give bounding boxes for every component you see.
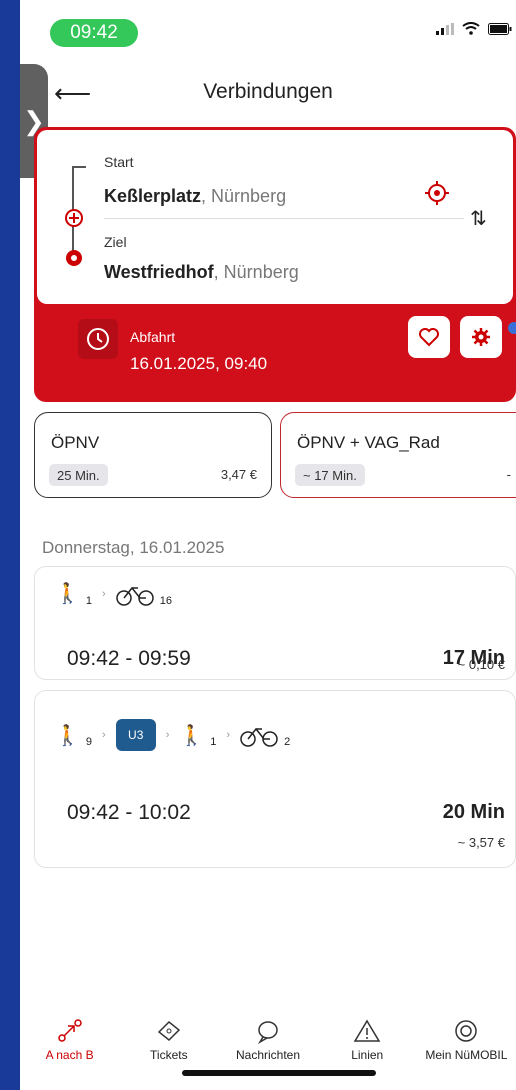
start-field[interactable]: Keßlerplatz, Nürnberg (104, 186, 286, 207)
leg-sub: 16 (159, 594, 172, 607)
bike-icon (115, 586, 154, 606)
leg-sub: 9 (85, 736, 93, 748)
field-divider (104, 218, 464, 219)
departure-label: Abfahrt (130, 329, 176, 345)
bottom-nav: A nach B Tickets Nachrichten Linien Mein… (20, 1018, 516, 1066)
ticket-icon (157, 1020, 180, 1042)
leg-separator: › (102, 729, 106, 741)
nav-label: Mein NüMOBIL (425, 1048, 508, 1062)
heart-icon (419, 328, 439, 347)
leg-separator: › (226, 729, 231, 741)
dest-label: Ziel (104, 234, 127, 250)
connection-card[interactable]: 🚶 1 › 16 09:42 - 09:59 17 Min ~ 0,10 € (34, 566, 516, 680)
add-stop-icon[interactable] (64, 208, 84, 228)
status-time: 09:42 (50, 19, 138, 47)
app-screen: 09:42 ❯ ⟵ Verbindungen Start Keßlerplatz… (20, 0, 516, 1090)
start-city: , Nürnberg (201, 186, 287, 206)
gear-icon (472, 328, 490, 346)
destination-field[interactable]: Westfriedhof, Nürnberg (104, 262, 299, 283)
nav-label: Linien (351, 1048, 384, 1062)
nav-item-linien[interactable]: Linien (318, 1018, 417, 1066)
leg-separator: › (165, 729, 170, 741)
connection-price: ~ 3,57 € (457, 835, 505, 850)
warning-icon (353, 1019, 381, 1042)
dest-city: , Nürnberg (213, 262, 299, 282)
mode-duration: 25 Min. (49, 464, 108, 486)
notification-dot (508, 322, 516, 334)
connection-price: ~ 0,10 € (457, 657, 505, 672)
clock-icon[interactable] (78, 319, 118, 359)
mode-price: - (506, 467, 511, 482)
nav-label: Nachrichten (235, 1048, 301, 1062)
start-tick (72, 166, 86, 168)
nav-label: A nach B (45, 1048, 94, 1062)
nav-item-nachrichten[interactable]: Nachrichten (218, 1018, 317, 1066)
settings-button[interactable] (460, 316, 502, 358)
start-place: Keßlerplatz (104, 186, 202, 206)
leg-sub: 1 (210, 736, 217, 748)
leg-list: 🚶 9 › U3 › 🚶 1 › 2 (55, 719, 290, 751)
locate-me-icon[interactable] (424, 180, 450, 206)
leg-list: 🚶 1 › 16 (55, 581, 172, 607)
mode-price: 3,47 € (220, 467, 257, 482)
nav-item-mein-nuemobil[interactable]: Mein NüMOBIL (417, 1018, 516, 1066)
profile-icon (455, 1020, 478, 1042)
chat-icon (257, 1021, 278, 1044)
swap-icon[interactable]: ⇅ (470, 206, 487, 231)
leg-sub: 1 (85, 594, 93, 607)
home-indicator (182, 1070, 376, 1076)
nav-item-a-nach-b[interactable]: A nach B (20, 1018, 119, 1066)
page-title: Verbindungen (203, 80, 333, 103)
mode-tab-oepnv[interactable]: ÖPNV 25 Min. 3,47 € (34, 412, 272, 498)
mode-title: ÖPNV + VAG_Rad (297, 433, 440, 452)
favorite-button[interactable] (408, 316, 450, 358)
walk-icon: 🚶 (55, 724, 80, 747)
connection-card[interactable]: 🚶 9 › U3 › 🚶 1 › 2 09:42 - 10:02 20 Min … (34, 690, 516, 868)
connection-duration: 20 Min (442, 801, 505, 823)
nav-item-tickets[interactable]: Tickets (119, 1018, 218, 1066)
leg-sub: 2 (284, 736, 291, 748)
destination-marker-icon (66, 250, 82, 266)
wifi-icon (462, 22, 480, 35)
connection-time: 09:42 - 10:02 (67, 801, 191, 824)
walk-icon: 🚶 (55, 583, 80, 605)
battery-icon (488, 22, 512, 35)
day-header: Donnerstag, 16.01.2025 (42, 538, 225, 557)
route-icon (57, 1019, 82, 1042)
leg-separator: › (102, 587, 106, 600)
departure-value[interactable]: 16.01.2025, 09:40 (130, 354, 267, 374)
mode-tab-oepnv-vag-rad[interactable]: ÖPNV + VAG_Rad ~ 17 Min. - (280, 412, 516, 498)
walk-icon: 🚶 (179, 724, 205, 747)
start-label: Start (104, 154, 134, 170)
mode-title: ÖPNV (51, 433, 100, 452)
subway-line-badge: U3 (115, 719, 156, 751)
nav-label: Tickets (150, 1048, 188, 1062)
mode-duration: ~ 17 Min. (295, 464, 365, 486)
dest-place: Westfriedhof (104, 262, 214, 282)
status-icons (436, 22, 512, 35)
signal-icon (436, 22, 454, 35)
bike-icon (240, 727, 278, 747)
connection-time: 09:42 - 09:59 (67, 647, 191, 670)
